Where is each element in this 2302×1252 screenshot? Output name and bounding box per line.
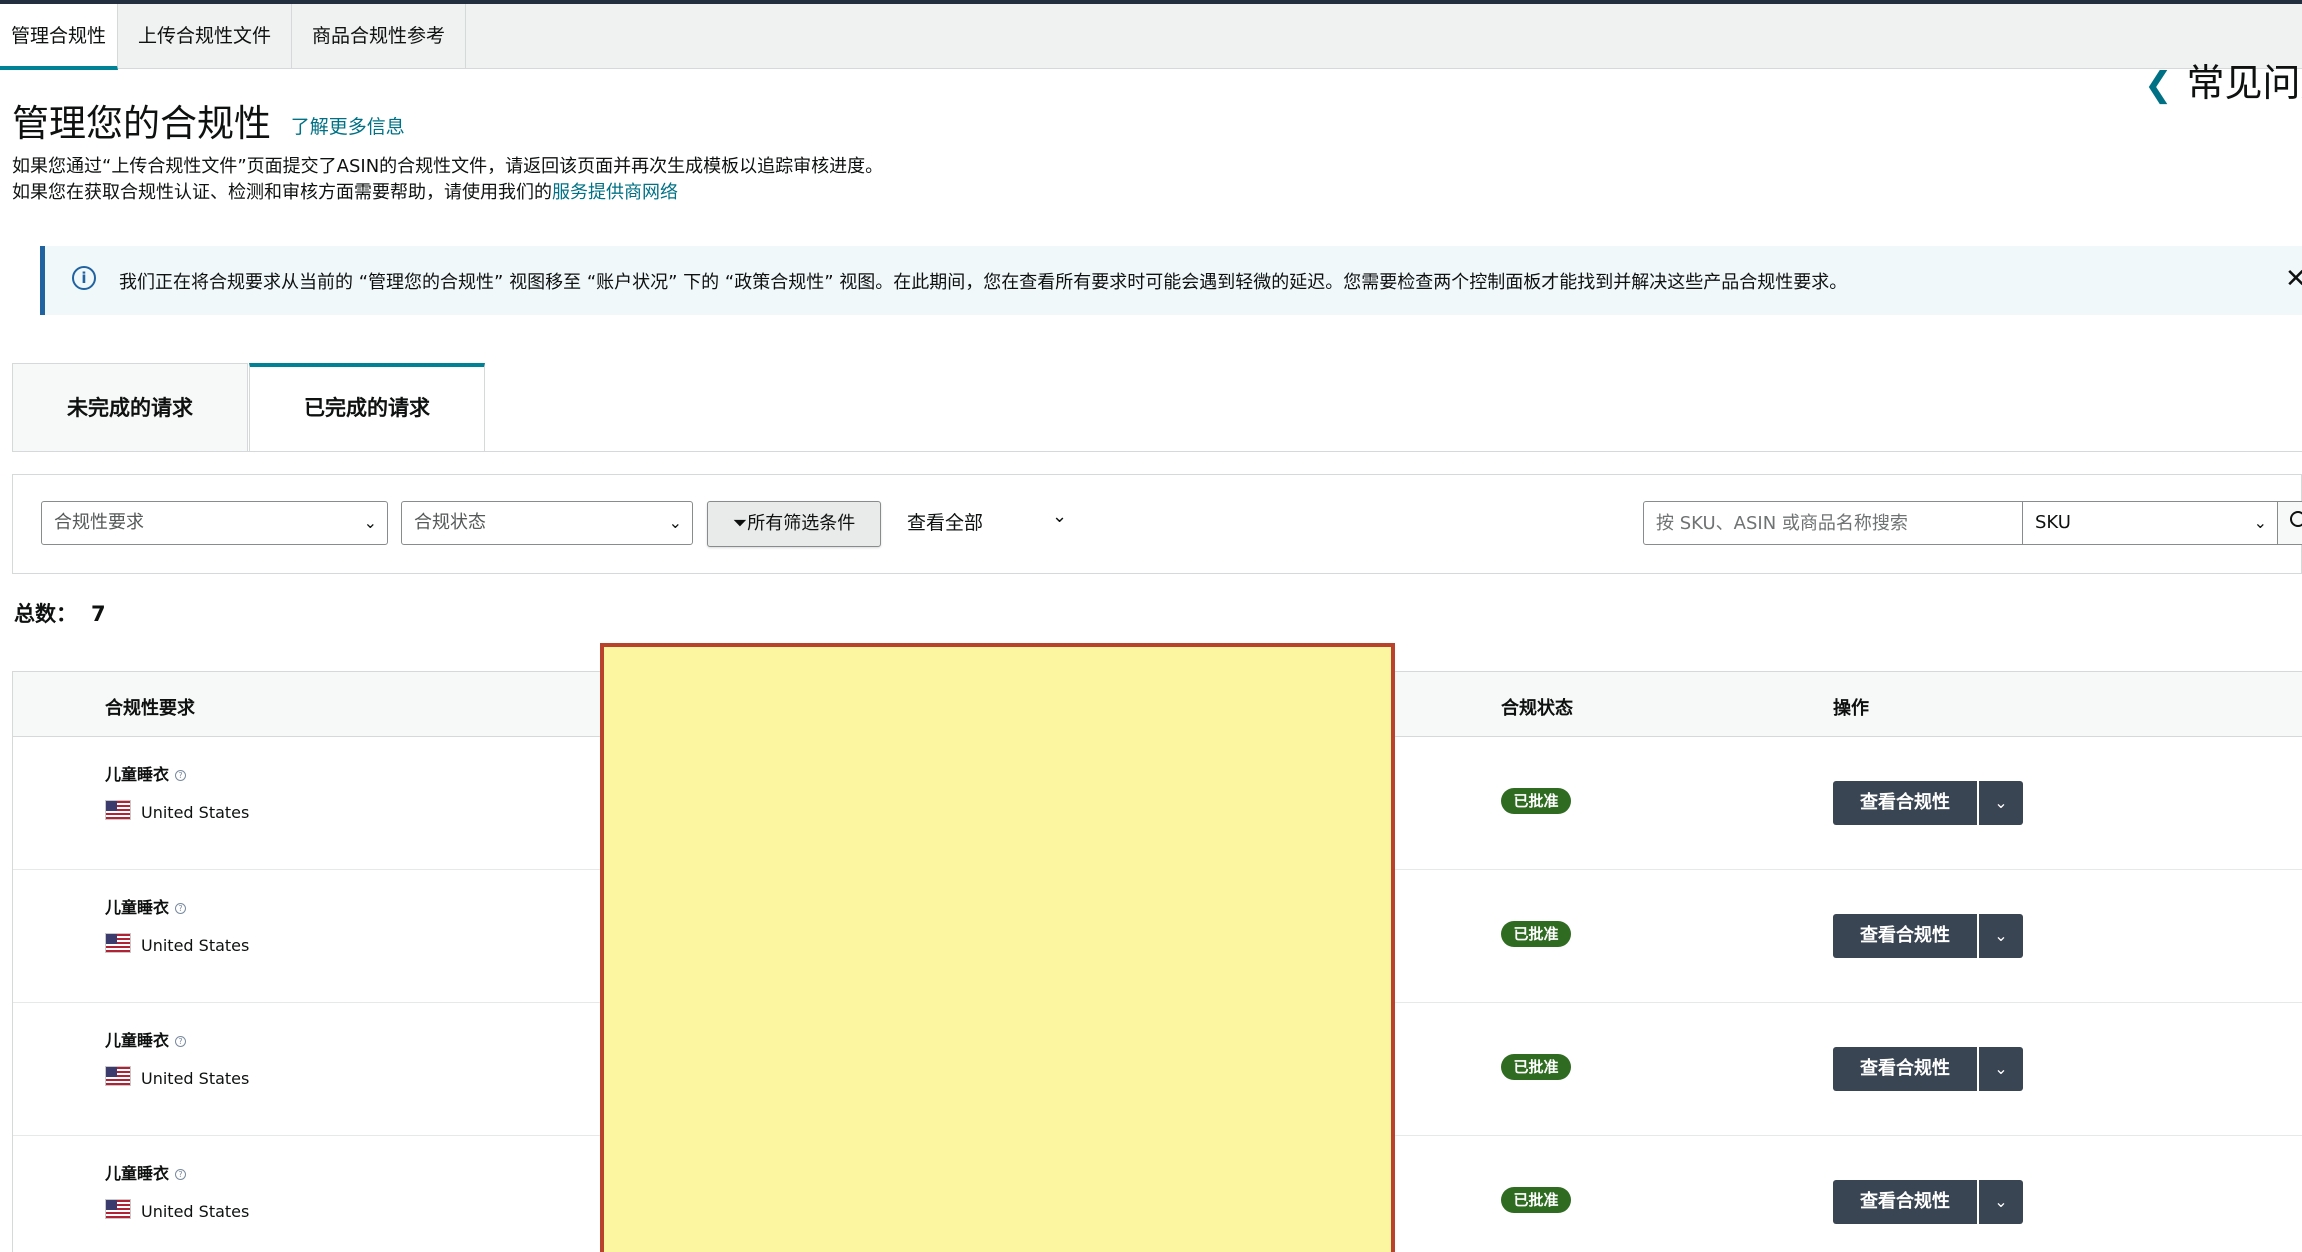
help-icon[interactable]: ? xyxy=(175,1169,187,1180)
help-icon[interactable]: ? xyxy=(175,1036,187,1047)
description-line-1: 如果您通过“上传合规性文件”页面提交了ASIN的合规性文件，请返回该页面并再次生… xyxy=(12,156,884,177)
redaction-overlay xyxy=(600,643,1395,1252)
tabs-divider xyxy=(12,451,2302,452)
status-badge: 已批准 xyxy=(1501,1187,1571,1213)
status-badge: 已批准 xyxy=(1501,788,1571,814)
info-alert: i 我们正在将合规要求从当前的 “管理您的合规性” 视图移至 “账户状况” 下的… xyxy=(40,246,2302,315)
faq-toggle[interactable]: ❮ 常见问题 xyxy=(2144,52,2302,107)
total-value: 7 xyxy=(91,602,106,626)
requirement-filter-select[interactable]: 合规性要求 ⌄ xyxy=(41,501,388,545)
chevron-down-icon[interactable]: ⌄ xyxy=(1052,506,1067,527)
search-icon xyxy=(2290,511,2302,527)
us-flag-icon xyxy=(105,1199,131,1219)
country-label: United States xyxy=(141,936,250,955)
requirement-name: 儿童睡衣? xyxy=(105,1027,187,1051)
close-icon[interactable]: ✕ xyxy=(2285,264,2302,294)
view-compliance-button[interactable]: 查看合规性 xyxy=(1833,1180,1977,1224)
chevron-down-icon: ⌄ xyxy=(363,513,377,532)
country-label: United States xyxy=(141,1202,250,1221)
all-filters-label: 所有筛选条件 xyxy=(747,513,856,534)
search-button[interactable] xyxy=(2277,501,2302,545)
us-flag-icon xyxy=(105,800,131,820)
chevron-down-icon[interactable]: ⌄ xyxy=(1979,1180,2023,1224)
header-action: 操作 xyxy=(1833,698,1869,719)
chevron-down-icon: ⌄ xyxy=(668,513,682,532)
us-flag-icon xyxy=(105,1066,131,1086)
description-line-2-text: 如果您在获取合规性认证、检测和审核方面需要帮助，请使用我们的 xyxy=(12,182,552,203)
status-filter-select[interactable]: 合规状态 ⌄ xyxy=(401,501,693,545)
faq-label: 常见问题 xyxy=(2186,61,2302,105)
all-filters-button[interactable]: ⏷所有筛选条件 xyxy=(707,501,881,547)
requirement-filter-label: 合规性要求 xyxy=(54,512,144,533)
country-label: United States xyxy=(141,803,250,822)
requirement-name-text: 儿童睡衣 xyxy=(105,1031,170,1050)
requirement-name: 儿童睡衣? xyxy=(105,1160,187,1184)
service-provider-network-link[interactable]: 服务提供商网络 xyxy=(552,182,678,203)
requirement-name: 儿童睡衣? xyxy=(105,894,187,918)
country-label: United States xyxy=(141,1069,250,1088)
requirement-name-text: 儿童睡衣 xyxy=(105,765,170,784)
filter-icon: ⏷ xyxy=(732,513,748,534)
help-icon[interactable]: ? xyxy=(175,770,187,781)
view-all-dropdown[interactable]: 查看全部 xyxy=(907,508,983,535)
tab-upload-compliance-files[interactable]: 上传合规性文件 xyxy=(118,4,292,69)
header-requirement: 合规性要求 xyxy=(105,698,195,719)
chevron-down-icon[interactable]: ⌄ xyxy=(1979,914,2023,958)
alert-text: 我们正在将合规要求从当前的 “管理您的合规性” 视图移至 “账户状况” 下的 “… xyxy=(119,272,1848,293)
top-tab-bar: 管理合规性 上传合规性文件 商品合规性参考 xyxy=(0,4,2302,70)
tab-product-compliance-reference[interactable]: 商品合规性参考 xyxy=(292,4,466,69)
tab-completed-requests[interactable]: 已完成的请求 xyxy=(249,363,485,451)
requirement-name: 儿童睡衣? xyxy=(105,761,187,785)
page-title: 管理您的合规性 了解更多信息 xyxy=(12,93,405,147)
description-line-2: 如果您在获取合规性认证、检测和审核方面需要帮助，请使用我们的服务提供商网络 xyxy=(12,178,678,204)
tab-incomplete-requests[interactable]: 未完成的请求 xyxy=(12,363,248,451)
total-count: 总数： 7 xyxy=(14,598,106,628)
status-badge: 已批准 xyxy=(1501,921,1571,947)
chevron-down-icon: ⌄ xyxy=(2253,513,2267,532)
search-type-label: SKU xyxy=(2035,512,2071,533)
total-label: 总数： xyxy=(14,602,77,626)
us-flag-icon xyxy=(105,933,131,953)
chevron-down-icon[interactable]: ⌄ xyxy=(1979,781,2023,825)
tab-manage-compliance[interactable]: 管理合规性 xyxy=(0,4,118,70)
header-status: 合规状态 xyxy=(1501,698,1573,719)
learn-more-link[interactable]: 了解更多信息 xyxy=(291,116,405,138)
status-filter-label: 合规状态 xyxy=(414,512,486,533)
chevron-down-icon[interactable]: ⌄ xyxy=(1979,1047,2023,1091)
page-title-text: 管理您的合规性 xyxy=(12,102,271,145)
info-icon: i xyxy=(72,266,96,290)
view-compliance-button[interactable]: 查看合规性 xyxy=(1833,914,1977,958)
requirement-name-text: 儿童睡衣 xyxy=(105,898,170,917)
view-compliance-button[interactable]: 查看合规性 xyxy=(1833,1047,1977,1091)
view-compliance-button[interactable]: 查看合规性 xyxy=(1833,781,1977,825)
search-type-select[interactable]: SKU ⌄ xyxy=(2022,501,2278,545)
status-badge: 已批准 xyxy=(1501,1054,1571,1080)
help-icon[interactable]: ? xyxy=(175,903,187,914)
requirement-name-text: 儿童睡衣 xyxy=(105,1164,170,1183)
search-input[interactable] xyxy=(1643,501,2023,545)
chevron-left-icon: ❮ xyxy=(2144,65,2173,105)
